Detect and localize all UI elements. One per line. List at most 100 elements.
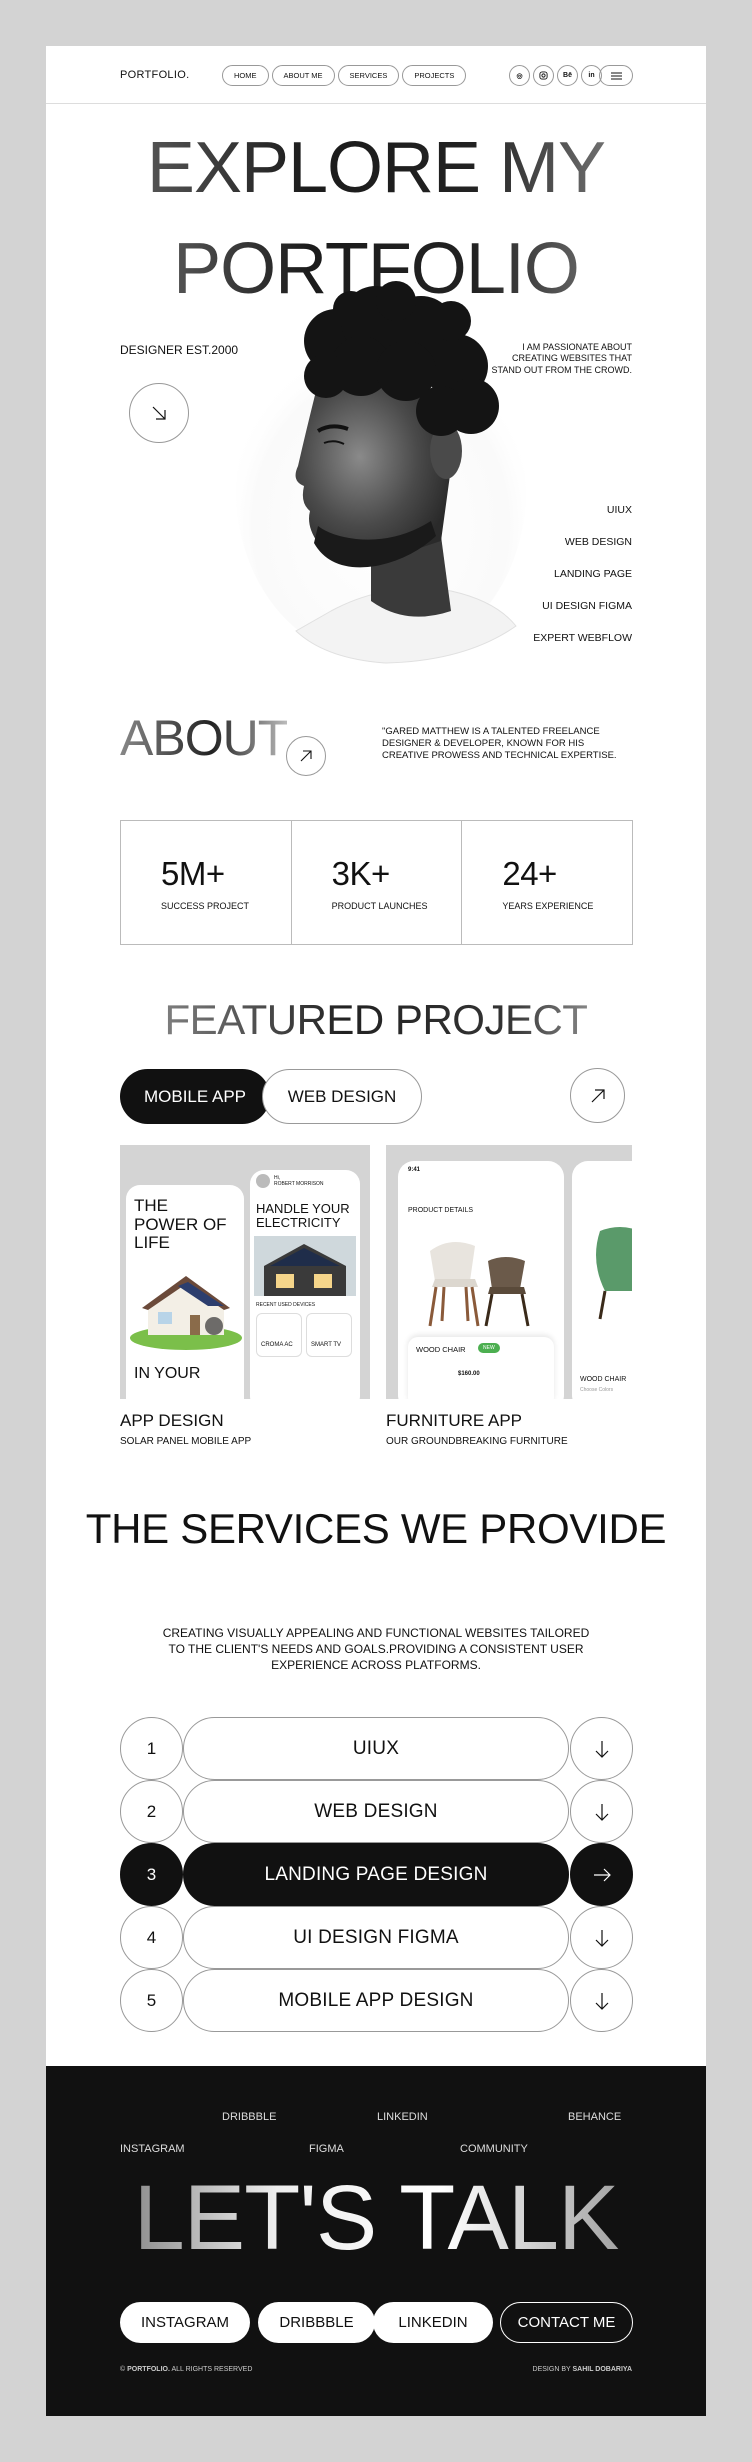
dribbble-button[interactable]: DRIBBBLE bbox=[258, 2302, 375, 2343]
stat-label: SUCCESS PROJECT bbox=[161, 901, 250, 911]
service-row-mobile-app[interactable]: 5 MOBILE APP DESIGN bbox=[120, 1969, 633, 2032]
arrow-right-icon[interactable] bbox=[570, 1843, 633, 1906]
phone-screen: Hi, ROBERT MORRISON HANDLE YOUR ELECTRIC… bbox=[250, 1170, 360, 1399]
skill-item: UI DESIGN FIGMA bbox=[542, 600, 632, 612]
arrow-down-icon[interactable] bbox=[570, 1780, 633, 1843]
project-subtitle: OUR GROUNDBREAKING FURNITURE bbox=[386, 1436, 568, 1447]
device-name: SMART TV bbox=[311, 1342, 342, 1348]
footer-link-instagram[interactable]: INSTAGRAM bbox=[120, 2143, 185, 2155]
skills-list: UIUX WEB DESIGN LANDING PAGE UI DESIGN F… bbox=[486, 504, 632, 664]
hero-tagline: I AM PASSIONATE ABOUT CREATING WEBSITES … bbox=[491, 342, 633, 375]
service-label: LANDING PAGE DESIGN bbox=[183, 1843, 569, 1906]
designer-est: DESIGNER EST.2000 bbox=[120, 343, 239, 357]
nav-services[interactable]: SERVICES bbox=[337, 65, 400, 86]
footer-link-dribbble[interactable]: DRIBBBLE bbox=[222, 2111, 276, 2123]
phone-screen: 9:41 PRODUCT DETAILS WOOD CHAIR NEW $160… bbox=[398, 1161, 564, 1399]
house-illustration bbox=[130, 1276, 242, 1350]
nav-about[interactable]: ABOUT ME bbox=[271, 65, 335, 86]
about-arrow-button[interactable] bbox=[286, 736, 326, 776]
services-title: THE SERVICES WE PROVIDE bbox=[85, 1505, 667, 1552]
service-number: 1 bbox=[120, 1717, 183, 1780]
instagram-icon[interactable] bbox=[533, 65, 554, 86]
header-divider bbox=[46, 103, 706, 104]
behance-icon[interactable]: Bē bbox=[557, 65, 578, 86]
footer-link-behance[interactable]: BEHANCE bbox=[568, 2111, 621, 2123]
section-label: RECENT USED DEVICES bbox=[256, 1302, 316, 1308]
device-card[interactable]: SMART TV bbox=[306, 1313, 352, 1357]
stat-value: 3K+ bbox=[331, 855, 391, 892]
arrow-up-right-icon bbox=[300, 750, 312, 762]
linkedin-button[interactable]: LINKEDIN bbox=[373, 2302, 493, 2343]
project-name: FURNITURE APP bbox=[386, 1411, 523, 1430]
featured-title: FEATURED PROJECT bbox=[46, 996, 706, 1044]
product-name: WOOD CHAIR bbox=[580, 1376, 627, 1383]
screen-footer-text: IN YOUR bbox=[134, 1365, 201, 1382]
product-info-panel: WOOD CHAIR NEW $160.00 bbox=[408, 1337, 554, 1399]
stat-value: 24+ bbox=[502, 855, 557, 892]
project-card-furniture[interactable]: 9:41 PRODUCT DETAILS WOOD CHAIR NEW $160… bbox=[386, 1145, 632, 1399]
color-label: Choose Colors bbox=[580, 1387, 614, 1393]
phone-screen: WOOD CHAIR Choose Colors bbox=[572, 1161, 632, 1399]
stat-value: 5M+ bbox=[161, 855, 225, 892]
about-title: ABOUT bbox=[120, 710, 288, 766]
arrow-down-icon[interactable] bbox=[570, 1906, 633, 1969]
contact-me-button[interactable]: CONTACT ME bbox=[500, 2302, 633, 2343]
nav-home[interactable]: HOME bbox=[222, 65, 269, 86]
skill-item: EXPERT WEBFLOW bbox=[533, 632, 632, 644]
menu-icon[interactable] bbox=[599, 65, 633, 86]
credit-prefix: DESIGN BY bbox=[532, 2366, 571, 2373]
copyright-symbol: © bbox=[120, 2366, 126, 2373]
tab-mobile-app[interactable]: MOBILE APP bbox=[120, 1069, 270, 1124]
status-time: 9:41 bbox=[408, 1167, 421, 1173]
skill-item: WEB DESIGN bbox=[564, 536, 632, 548]
portrait-image bbox=[236, 281, 526, 664]
stat-product-launches: 3K+ PRODUCT LAUNCHES bbox=[292, 821, 463, 944]
about-description: "GARED MATTHEW IS A TALENTED FREELANCE D… bbox=[382, 726, 617, 761]
arrow-down-icon[interactable] bbox=[570, 1717, 633, 1780]
footer-link-community[interactable]: COMMUNITY bbox=[460, 2143, 528, 2155]
project-card-solar[interactable]: THE POWER OF LIFE IN YOUR Hi, ROBERT MOR… bbox=[120, 1145, 370, 1399]
service-number: 5 bbox=[120, 1969, 183, 2032]
hero-title-line1: EXPLORE MY bbox=[46, 132, 706, 204]
service-row-web-design[interactable]: 2 WEB DESIGN bbox=[120, 1780, 633, 1843]
nav-projects[interactable]: PROJECTS bbox=[402, 65, 467, 86]
instagram-button[interactable]: INSTAGRAM bbox=[120, 2302, 250, 2343]
service-label: UIUX bbox=[183, 1717, 569, 1780]
user-name: ROBERT MORRISON bbox=[274, 1181, 324, 1187]
phone-screen: THE POWER OF LIFE IN YOUR bbox=[126, 1185, 244, 1399]
device-name: CROMA AC bbox=[261, 1342, 293, 1348]
credit-name: SAHIL DOBARIYA bbox=[572, 2366, 632, 2373]
device-card[interactable]: CROMA AC bbox=[256, 1313, 302, 1357]
tab-web-design[interactable]: WEB DESIGN bbox=[262, 1069, 422, 1124]
project-subtitle: SOLAR PANEL MOBILE APP bbox=[120, 1436, 252, 1447]
house-photo bbox=[254, 1236, 356, 1296]
green-chair-image bbox=[596, 1227, 632, 1320]
avatar bbox=[256, 1174, 270, 1188]
service-label: WEB DESIGN bbox=[183, 1780, 569, 1843]
logo[interactable]: PORTFOLIO. bbox=[120, 69, 189, 81]
service-number: 2 bbox=[120, 1780, 183, 1843]
scroll-down-button[interactable] bbox=[129, 383, 189, 443]
footer-link-figma[interactable]: FIGMA bbox=[309, 2143, 344, 2155]
product-name: WOOD CHAIR bbox=[416, 1345, 466, 1354]
featured-arrow-button[interactable] bbox=[570, 1068, 625, 1123]
service-row-landing-page[interactable]: 3 LANDING PAGE DESIGN bbox=[120, 1843, 633, 1906]
screen-headline: HANDLE YOUR ELECTRICITY bbox=[256, 1201, 350, 1231]
arrow-down-icon[interactable] bbox=[570, 1969, 633, 2032]
chair-image bbox=[428, 1242, 530, 1327]
skill-item: LANDING PAGE bbox=[554, 568, 632, 580]
new-badge: NEW bbox=[478, 1343, 500, 1353]
arrow-up-right-icon bbox=[591, 1088, 605, 1102]
service-row-ui-design-figma[interactable]: 4 UI DESIGN FIGMA bbox=[120, 1906, 633, 1969]
project-name: APP DESIGN bbox=[120, 1411, 224, 1430]
stats-box: 5M+ SUCCESS PROJECT 3K+ PRODUCT LAUNCHES… bbox=[120, 820, 633, 945]
main-nav: HOME ABOUT ME SERVICES PROJECTS bbox=[222, 65, 467, 86]
services-description: CREATING VISUALLY APPEALING AND FUNCTION… bbox=[162, 1626, 590, 1673]
screen-headline: THE POWER OF LIFE bbox=[134, 1196, 227, 1253]
service-row-uiux[interactable]: 1 UIUX bbox=[120, 1717, 633, 1780]
dribbble-icon[interactable]: ◎ bbox=[509, 65, 530, 86]
portfolio-page: PORTFOLIO. HOME ABOUT ME SERVICES PROJEC… bbox=[46, 46, 706, 2416]
service-label: MOBILE APP DESIGN bbox=[183, 1969, 569, 2032]
footer-link-linkedin[interactable]: LINKEDIN bbox=[377, 2111, 428, 2123]
service-number: 3 bbox=[120, 1843, 183, 1906]
